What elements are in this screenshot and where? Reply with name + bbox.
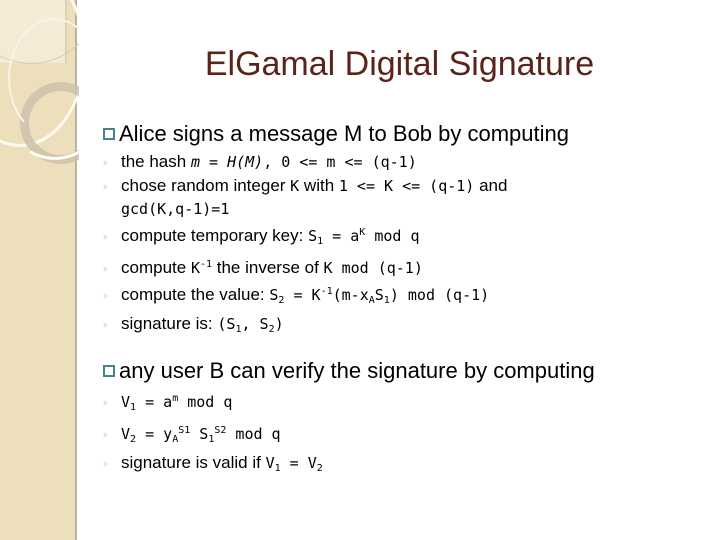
a-letter: a: [350, 227, 360, 245]
list-item-content: the hash m = H(M), 0 <= m <= (q-1): [121, 150, 417, 174]
k-mod-expr: K mod (q-1): [323, 259, 423, 277]
list-item: ◦ compute the value: S2 = K-1(m-xAS1) mo…: [103, 280, 720, 312]
y-letter: y: [163, 425, 173, 443]
circle-bullet-icon: ◦: [103, 179, 108, 194]
list-item: ◦ compute K-1 the inverse of K mod (q-1): [103, 253, 720, 280]
s1-exponent: S1: [178, 425, 191, 436]
k-letter: K: [190, 259, 200, 277]
square-bullet-icon: [103, 128, 115, 140]
k-inverse: K-1: [191, 259, 212, 277]
compute-label: compute: [121, 258, 191, 277]
s-letter: S: [259, 315, 269, 333]
section-heading-1-label: Alice signs a message M to Bob by comput…: [119, 121, 570, 146]
minus-one-exponent: -1: [199, 259, 213, 270]
list-item-content: signature is: (S1, S2): [121, 312, 284, 341]
v-letter: V: [121, 425, 131, 443]
circle-bullet-icon: ◦: [103, 317, 108, 332]
equals: =: [323, 227, 351, 245]
k-range: 1 <= K <= (q-1): [338, 177, 475, 195]
v-letter: V: [121, 393, 131, 411]
open-paren-m-minus-x: (m-x: [332, 286, 369, 304]
value-label: compute the value:: [121, 285, 270, 304]
mod-q: mod q: [365, 227, 420, 245]
signature-label: signature is:: [121, 314, 218, 333]
v1-formula: V1 = am mod q: [121, 387, 232, 419]
mod-q: mod q: [178, 393, 233, 411]
mod-q: mod q: [226, 425, 281, 443]
equals: =: [136, 425, 164, 443]
list-item: ◦ V1 = am mod q: [103, 387, 720, 419]
list-item-content: chose random integer K with 1 <= K <= (q…: [121, 174, 507, 198]
list-item-content: compute K-1 the inverse of K mod (q-1): [121, 253, 423, 280]
list-item: ◦ signature is: (S1, S2): [103, 312, 720, 341]
equals: =: [284, 286, 312, 304]
comma: ,: [241, 315, 260, 333]
v-letter: V: [307, 454, 317, 472]
v-subscript-2: 2: [316, 463, 323, 474]
circle-bullet-icon: ◦: [103, 456, 108, 471]
s-letter: S: [374, 286, 384, 304]
list-item: ◦ compute temporary key: S1 = aK mod q: [103, 221, 720, 253]
equals: =: [280, 454, 308, 472]
circle-bullet-icon: ◦: [103, 261, 108, 276]
s2-exponent: S2: [214, 425, 227, 436]
inverse-label: the inverse of: [212, 258, 324, 277]
circle-bullet-icon: ◦: [103, 427, 108, 442]
valid-label: signature is valid if: [121, 453, 266, 472]
hash-label: the hash: [121, 152, 191, 171]
gcd-continuation-line: gcd(K,q-1)=1: [121, 200, 230, 218]
close-paren-mod: ) mod (q-1): [389, 286, 490, 304]
equals-sign: =: [199, 153, 228, 171]
circle-bullet-icon: ◦: [103, 395, 108, 410]
and-label: and: [474, 176, 508, 195]
circle-bullet-icon: ◦: [103, 155, 108, 170]
s2-formula: S2 = K-1(m-xAS1) mod (q-1): [269, 286, 490, 306]
valid-condition: V1 = V2: [265, 454, 323, 474]
v-letter: V: [265, 454, 275, 472]
equals: =: [136, 393, 164, 411]
circle-bullet-icon: ◦: [103, 229, 108, 244]
section-2-items: ◦ V1 = am mod q ◦ V2 = yAS1 S1S2 mod q ◦…: [103, 387, 720, 480]
close-paren: ): [274, 315, 284, 333]
section-heading-1: Alice signs a message M to Bob by comput…: [103, 120, 720, 148]
with-label: with: [299, 176, 339, 195]
list-item-content: signature is valid if V1 = V2: [121, 451, 323, 480]
hash-function: H(M): [227, 153, 264, 171]
slide-body: Alice signs a message M to Bob by comput…: [103, 120, 720, 480]
square-bullet-icon: [103, 365, 115, 377]
slide-title: ElGamal Digital Signature: [204, 45, 595, 83]
decorative-sidebar: [0, 0, 79, 540]
chose-label: chose random integer: [121, 176, 291, 195]
s-letter: S: [308, 227, 318, 245]
v2-formula: V2 = yAS1 S1S2 mod q: [121, 419, 281, 451]
signature-pair: (S1, S2): [217, 315, 284, 335]
minus-one-exponent: -1: [320, 286, 333, 297]
k-letter: K: [311, 286, 321, 304]
section-heading-2-label: any user B can verify the signature by c…: [119, 358, 595, 383]
k-variable: K: [290, 177, 300, 195]
list-item: ◦ signature is valid if V1 = V2: [103, 451, 720, 480]
tempkey-formula: S1 = aK mod q: [308, 227, 420, 247]
a-letter: a: [163, 393, 173, 411]
circle-bullet-icon: ◦: [103, 288, 108, 303]
section-heading-2: any user B can verify the signature by c…: [103, 357, 720, 385]
list-item: ◦ chose random integer K with 1 <= K <= …: [103, 174, 720, 198]
list-item-content: compute temporary key: S1 = aK mod q: [121, 221, 419, 253]
m-variable: m: [190, 153, 200, 171]
tempkey-label: compute temporary key:: [121, 226, 309, 245]
slide: ElGamal Digital Signature Alice signs a …: [0, 0, 720, 540]
s-letter: S: [199, 425, 209, 443]
list-item: ◦ V2 = yAS1 S1S2 mod q: [103, 419, 720, 451]
list-item: ◦ the hash m = H(M), 0 <= m <= (q-1): [103, 150, 720, 174]
section-1-items: ◦ the hash m = H(M), 0 <= m <= (q-1) ◦ c…: [103, 150, 720, 341]
hash-range: , 0 <= m <= (q-1): [263, 153, 417, 171]
list-item-content: compute the value: S2 = K-1(m-xAS1) mod …: [121, 280, 489, 312]
